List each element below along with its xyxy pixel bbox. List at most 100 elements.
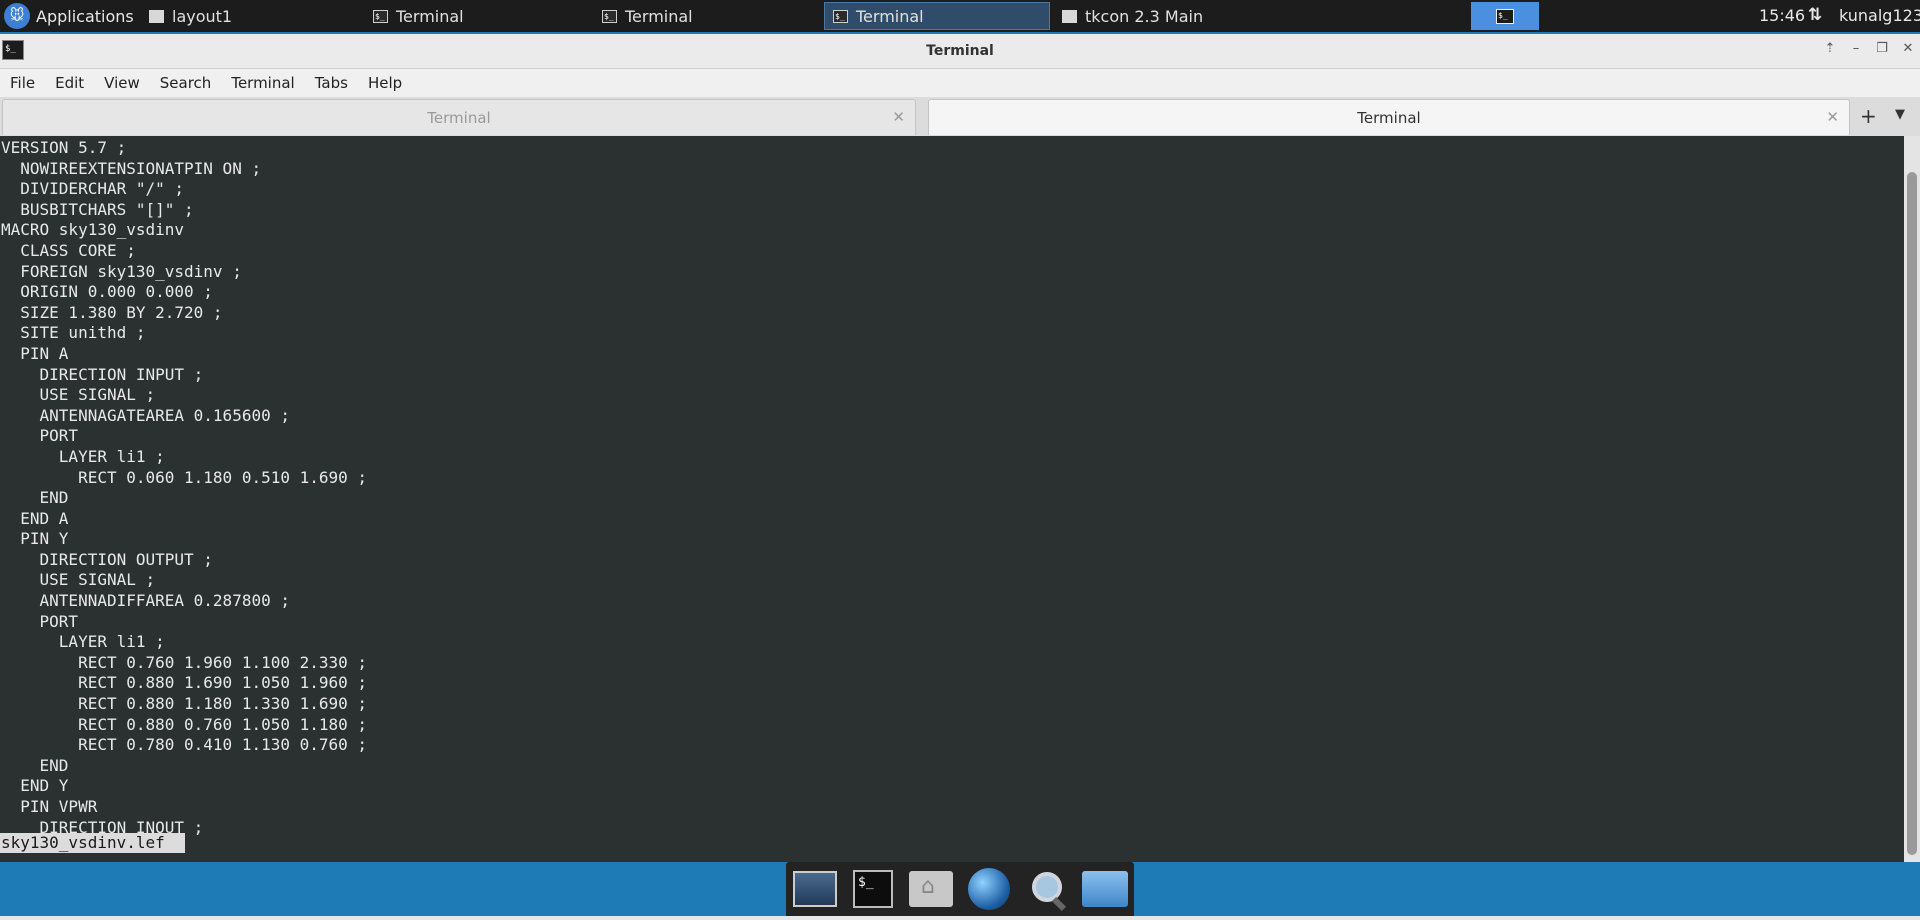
terminal-icon: $_ <box>602 9 617 23</box>
taskbar-item-label: tkcon 2.3 Main <box>1085 6 1204 26</box>
terminal-icon: $_ <box>1496 8 1514 24</box>
dock-web-browser[interactable] <box>965 865 1013 913</box>
applications-menu[interactable]: 🐭 Applications <box>0 0 142 32</box>
terminal-line: DIVIDERCHAR "/" ; <box>20 179 185 199</box>
terminal-line: SIZE 1.380 BY 2.720 ; <box>20 302 223 322</box>
terminal-line: ANTENNADIFFAREA 0.287800 ; <box>39 591 290 611</box>
terminal-line: END <box>39 488 69 508</box>
terminal-line: END Y <box>20 776 69 796</box>
scrollbar-thumb[interactable] <box>1907 172 1917 855</box>
window-icon <box>1062 9 1077 23</box>
taskbar-item-terminal-2[interactable]: $_ Terminal <box>594 2 814 30</box>
applications-label: Applications <box>36 6 134 26</box>
terminal-line: END A <box>20 508 69 528</box>
terminal-icon: $_ <box>853 870 893 908</box>
magnifier-icon <box>1026 868 1068 910</box>
dock-terminal[interactable]: $_ <box>849 865 897 913</box>
taskbar-item-label: Terminal <box>396 6 464 26</box>
terminal-line: PIN A <box>20 343 69 363</box>
taskbar-item-terminal-active[interactable]: $_ Terminal <box>824 2 1050 30</box>
folder-icon <box>1082 871 1128 907</box>
close-icon[interactable]: ✕ <box>892 108 905 126</box>
menu-view[interactable]: View <box>94 74 150 92</box>
terminal-line: LAYER li1 ; <box>58 632 165 652</box>
terminal-line: RECT 0.780 0.410 1.130 0.760 ; <box>78 735 368 755</box>
terminal-line: RECT 0.880 0.760 1.050 1.180 ; <box>78 714 368 734</box>
terminal-line: RECT 0.880 1.690 1.050 1.960 ; <box>78 673 368 693</box>
top-panel: 🐭 Applications layout1 $_ Terminal $_ Te… <box>0 0 1920 32</box>
terminal-icon: $_ <box>833 9 848 23</box>
terminal-line: CLASS CORE ; <box>20 240 136 260</box>
taskbar-item-tkcon[interactable]: tkcon 2.3 Main <box>1054 2 1276 30</box>
terminal-line: PORT <box>39 611 79 631</box>
tab-label: Terminal <box>427 108 491 127</box>
globe-icon <box>968 868 1010 910</box>
vertical-scrollbar[interactable] <box>1904 136 1920 862</box>
terminal-line: ORIGIN 0.000 0.000 ; <box>20 282 213 302</box>
terminal-line: SITE unithd ; <box>20 323 146 343</box>
menu-edit[interactable]: Edit <box>45 74 94 92</box>
terminal-line: USE SIGNAL ; <box>39 570 156 590</box>
maximize-icon[interactable]: ❐ <box>1874 41 1890 56</box>
window-titlebar[interactable]: $_ Terminal ⇡ – ❐ ✕ <box>0 34 1920 69</box>
terminal-line: NOWIREEXTENSIONATPIN ON ; <box>20 158 262 178</box>
terminal-line: DIRECTION INPUT ; <box>39 364 204 384</box>
taskbar-item-label: Terminal <box>856 6 924 26</box>
terminal-line: DIRECTION OUTPUT ; <box>39 549 213 569</box>
terminal-icon: $_ <box>373 9 388 23</box>
menu-file[interactable]: File <box>0 74 45 92</box>
window-icon <box>149 9 164 23</box>
dock-app-finder[interactable] <box>1023 865 1071 913</box>
tab-terminal-2[interactable]: Terminal ✕ <box>928 99 1850 135</box>
shade-icon[interactable]: ⇡ <box>1822 41 1838 56</box>
pager-status-line: sky130_vsdinv.lef <box>0 833 185 853</box>
terminal-line: USE SIGNAL ; <box>39 385 156 405</box>
terminal-line: END <box>39 755 69 775</box>
taskbar-item-terminal-1[interactable]: $_ Terminal <box>365 2 585 30</box>
taskbar-item-layout1[interactable]: layout1 <box>141 2 359 30</box>
window-title: Terminal <box>926 43 994 59</box>
taskbar-item-label: Terminal <box>625 6 693 26</box>
terminal-line: LAYER li1 ; <box>58 446 165 466</box>
bottom-edge <box>0 916 1920 920</box>
terminal-output: VERSION 5.7 ; NOWIREEXTENSIONATPIN ON ; … <box>0 136 1904 838</box>
tab-terminal-1[interactable]: Terminal ✕ <box>2 99 916 135</box>
terminal-content[interactable]: VERSION 5.7 ; NOWIREEXTENSIONATPIN ON ; … <box>0 136 1904 862</box>
terminal-window: $_ Terminal ⇡ – ❐ ✕ File Edit View Searc… <box>0 34 1920 862</box>
home-folder-icon <box>909 871 953 907</box>
menu-terminal[interactable]: Terminal <box>221 74 304 92</box>
user-name[interactable]: kunalg123 <box>1839 6 1920 25</box>
terminal-line: PORT <box>39 426 79 446</box>
network-icon[interactable]: ⇅ <box>1808 5 1822 25</box>
tab-label: Terminal <box>1357 108 1421 127</box>
menu-tabs[interactable]: Tabs <box>305 74 358 92</box>
terminal-line: ANTENNAGATEAREA 0.165600 ; <box>39 405 290 425</box>
close-icon[interactable]: ✕ <box>1826 108 1839 126</box>
xfce-mouse-icon: 🐭 <box>4 3 30 29</box>
dock: $_ <box>786 862 1134 916</box>
terminal-line: VERSION 5.7 ; <box>1 138 127 157</box>
terminal-line: PIN Y <box>20 529 69 549</box>
plus-icon[interactable]: + <box>1860 104 1877 128</box>
terminal-line: FOREIGN sky130_vsdinv ; <box>20 261 242 281</box>
menu-help[interactable]: Help <box>358 74 412 92</box>
taskbar-item-label: layout1 <box>172 6 233 26</box>
menubar: File Edit View Search Terminal Tabs Help <box>0 69 1920 97</box>
clock: 15:46 <box>1759 6 1806 25</box>
tab-bar: Terminal ✕ Terminal ✕ + ▼ <box>0 97 1920 137</box>
menu-search[interactable]: Search <box>150 74 222 92</box>
dock-show-desktop[interactable] <box>791 865 839 913</box>
chevron-down-icon[interactable]: ▼ <box>1895 107 1905 122</box>
window-controls: ⇡ – ❐ ✕ <box>1822 41 1916 56</box>
terminal-line: BUSBITCHARS "[]" ; <box>20 199 194 219</box>
desktop-icon <box>793 871 837 907</box>
close-icon[interactable]: ✕ <box>1900 41 1916 56</box>
minimize-icon[interactable]: – <box>1848 41 1864 56</box>
terminal-line: RECT 0.760 1.960 1.100 2.330 ; <box>78 652 368 672</box>
terminal-line: PIN VPWR <box>20 797 98 816</box>
workspace-switcher[interactable]: $_ <box>1471 2 1539 30</box>
terminal-line: RECT 0.880 1.180 1.330 1.690 ; <box>78 694 368 714</box>
terminal-line: MACRO sky130_vsdinv <box>1 220 185 240</box>
dock-home-folder[interactable] <box>907 865 955 913</box>
dock-file-manager[interactable] <box>1081 865 1129 913</box>
